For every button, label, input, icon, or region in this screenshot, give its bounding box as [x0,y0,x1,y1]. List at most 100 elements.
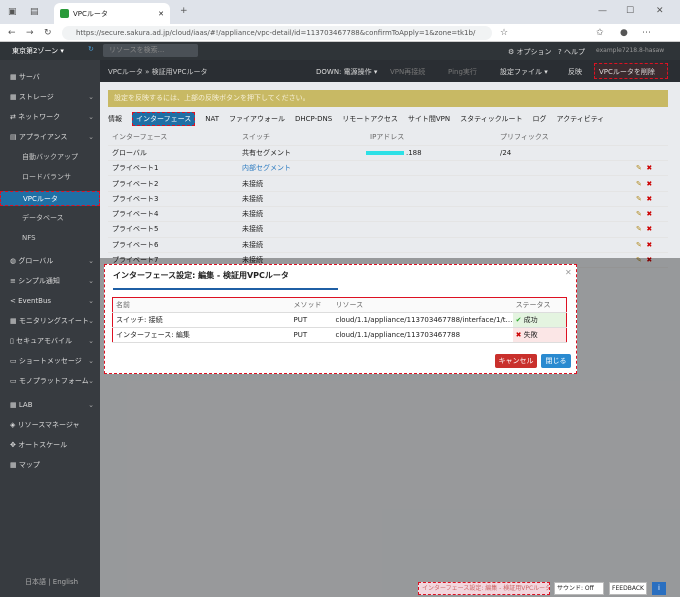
reload-icon[interactable]: ↻ [44,28,52,38]
task-indicator[interactable]: インターフェース設定: 編集 - 検証用VPCルータ [418,582,550,595]
tab-item[interactable]: ログ [533,114,547,124]
edit-icon[interactable]: ✎ [636,164,642,172]
close-button[interactable]: 閉じる [541,354,571,368]
delete-icon[interactable]: ✖ [646,195,652,203]
close-icon[interactable]: ✕ [565,268,572,277]
feedback-button[interactable]: FEEDBACK [609,582,647,595]
chevron-down-icon: ⌄ [88,277,94,285]
favorites-icon[interactable]: ✩ [596,28,604,38]
sound-toggle[interactable]: サウンド: Off [554,582,604,595]
star-icon[interactable]: ☆ [500,28,508,38]
sidebar-item[interactable]: ▦ マップ [0,458,100,473]
sidebar-item[interactable]: ▦ モニタリングスイート ⌄ [0,314,100,329]
status-text: 成功 [523,316,538,324]
sidebar-item[interactable]: ▤ アプライアンス ⌄ [0,130,100,145]
sidebar-item[interactable]: ▯ セキュアモバイル ⌄ [0,334,100,349]
sidebar-item[interactable]: ▭ モノプラットフォーム ⌄ [0,374,100,389]
refresh-icon[interactable]: ↻ [88,45,94,53]
settings-file-button[interactable]: 設定ファイル ▾ [500,67,548,77]
chevron-down-icon: ⌄ [88,337,94,345]
new-tab-icon[interactable]: + [180,6,188,16]
options-link[interactable]: ⚙ オプション [508,47,552,57]
tab-item[interactable]: インターフェース [132,111,196,126]
browser-tab[interactable]: VPCルータ ✕ [54,3,170,24]
apply-notice: 設定を反映するには、上部の反映ボタンを押下してください。 [108,90,668,107]
edit-icon[interactable]: ✎ [636,180,642,188]
tab-item[interactable]: NAT [205,115,219,123]
sidebar-item[interactable]: ▦ LAB ⌄ [0,398,100,413]
close-window-icon[interactable]: ✕ [656,6,664,16]
table-cell: プライベート3 [112,194,159,203]
ip-redaction [366,150,404,155]
maximize-icon[interactable]: ☐ [626,6,634,16]
tab-item[interactable]: アクティビティ [557,114,605,124]
edit-icon[interactable]: ✎ [636,195,642,203]
tab-item[interactable]: 情報 [108,114,122,124]
delete-icon[interactable]: ✖ [646,225,652,233]
info-icon[interactable]: i [652,582,666,595]
edit-icon[interactable]: ✎ [636,210,642,218]
cancel-button[interactable]: キャンセル [495,354,537,368]
edit-icon[interactable]: ✎ [636,241,642,249]
sidebar-item[interactable]: ◍ グローバル ⌄ [0,254,100,269]
url-field[interactable]: https://secure.sakura.ad.jp/cloud/iaas/#… [62,26,492,40]
tab-item[interactable]: リモートアクセス [342,114,398,124]
menu-icon[interactable]: ⋯ [642,28,651,38]
result-dialog: インターフェース設定: 編集 - 検証用VPCルータ ✕ 名前 メソッド リソー… [104,264,577,374]
forward-icon[interactable]: → [26,28,34,38]
zone-selector[interactable]: 東京第2ゾーン ▾ [12,46,64,56]
sidebar-item[interactable]: NFS [0,231,100,246]
cross-icon: ✖ [515,331,522,339]
sidebar-icon: ≡ [10,277,19,285]
row-actions: ✎ ✖ [632,206,668,221]
sidebar-item-label: グローバル [18,257,54,265]
table-cell[interactable]: 内部セグメント [238,161,366,176]
sidebar-item[interactable]: ⇄ ネットワーク ⌄ [0,110,100,125]
sidebar-item[interactable]: ロードバランサ [0,170,100,185]
sidebar-item[interactable]: ▦ サーバ [0,70,100,85]
delete-icon[interactable]: ✖ [646,210,652,218]
user-menu[interactable]: example7218.8-hasaw [596,47,664,54]
table-cell [496,206,632,221]
delete-vpc-button[interactable]: VPCルータを削除 [594,63,668,79]
back-icon[interactable]: ← [8,28,16,38]
sidebar-icon: ▤ [10,133,19,141]
window-icon[interactable]: ▣ [8,7,17,17]
sidebar-icon: ▦ [10,401,19,409]
chevron-down-icon: ⌄ [88,401,94,409]
sidebar-item[interactable]: データベース [0,211,100,226]
delete-icon[interactable]: ✖ [646,164,652,172]
sidebar-item[interactable]: ▭ ショートメッセージ ⌄ [0,354,100,369]
tab-strip: 情報 インターフェース NAT ファイアウォール DHCP-DNS リモートアクセス サイト… [108,111,668,126]
close-tab-icon[interactable]: ✕ [158,10,164,18]
profile-icon[interactable]: ● [620,28,628,38]
delete-icon[interactable]: ✖ [646,180,652,188]
minimize-icon[interactable]: — [598,6,607,16]
tab-item[interactable]: DHCP-DNS [295,115,332,123]
sidebar-item[interactable]: ▦ ストレージ ⌄ [0,90,100,105]
search-input[interactable]: リソースを検索... [103,44,198,57]
vpn-reconnect-button[interactable]: VPN再接続 [390,67,425,77]
help-link[interactable]: ? ヘルプ [558,47,585,57]
sidebar-item[interactable]: VPCルータ [0,191,100,206]
sidebar-item-label: アプライアンス [18,133,68,141]
tab-item[interactable]: スタティックルート [460,114,522,124]
interface-table: インターフェース スイッチ IPアドレス プリフィックス グローバル 共有セグメン… [108,130,668,268]
sidebar-item[interactable]: < EventBus ⌄ [0,294,100,309]
tab-item[interactable]: ファイアウォール [229,114,285,124]
sidebar-icon: ▦ [10,93,19,101]
delete-icon[interactable]: ✖ [646,241,652,249]
sidebar-item-label: セキュアモバイル [16,337,72,345]
ping-button[interactable]: Ping実行 [448,67,477,77]
sidebar-item[interactable]: 自動バックアップ [0,150,100,165]
tab-item[interactable]: サイト間VPN [408,114,450,124]
language-switch[interactable]: 日本語 | English [25,577,78,587]
sidebar-item[interactable]: ≡ シンプル通知 ⌄ [0,274,100,289]
sidebar-item-label: オートスケール [18,441,68,449]
apply-button[interactable]: 反映 [568,67,582,77]
edit-icon[interactable]: ✎ [636,225,642,233]
power-menu-button[interactable]: DOWN: 電源操作 ▾ [316,67,377,77]
sidebar-item[interactable]: ✥ オートスケール [0,438,100,453]
sidebar-item[interactable]: ◈ リソースマネージャ [0,418,100,433]
tab-list-icon[interactable]: ▤ [30,7,39,17]
